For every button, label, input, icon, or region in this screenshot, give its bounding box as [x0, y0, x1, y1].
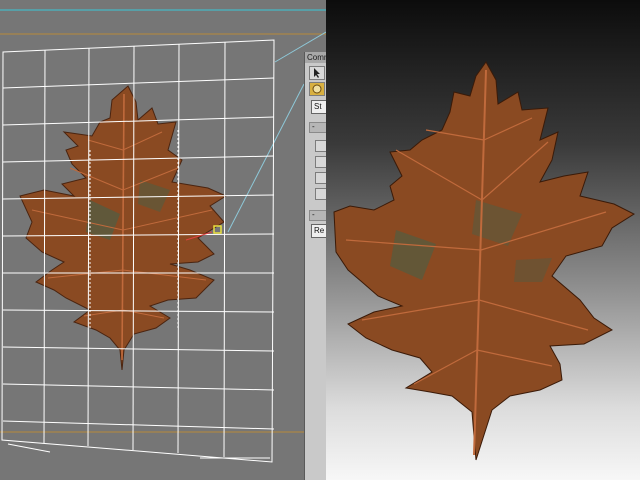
leaf-mesh[interactable]	[19, 85, 228, 371]
rollout-button[interactable]	[315, 156, 326, 168]
viewport-perspective[interactable]: Comm St - - Re	[0, 0, 326, 480]
command-panel[interactable]: Comm St - - Re	[304, 52, 326, 480]
rollout-header-1[interactable]: -	[309, 122, 326, 133]
rollout-button[interactable]	[315, 140, 326, 152]
command-panel-title: Comm	[305, 52, 326, 63]
rollout-header-2[interactable]: -	[309, 210, 326, 221]
render-canvas	[333, 61, 636, 461]
sphere-material-icon[interactable]	[309, 82, 325, 96]
command-field-1[interactable]: St	[311, 100, 326, 114]
rollout-button[interactable]	[315, 188, 326, 200]
command-field-2[interactable]: Re	[311, 224, 326, 238]
rendered-leaf	[333, 61, 636, 461]
viewport-guide-diagonal-mid	[227, 83, 305, 233]
viewport-frame-edge	[7, 443, 51, 453]
viewport-canvas[interactable]	[0, 0, 326, 480]
arrow-cursor-icon[interactable]	[309, 66, 325, 80]
render-output	[326, 0, 640, 480]
rollout-button[interactable]	[315, 172, 326, 184]
